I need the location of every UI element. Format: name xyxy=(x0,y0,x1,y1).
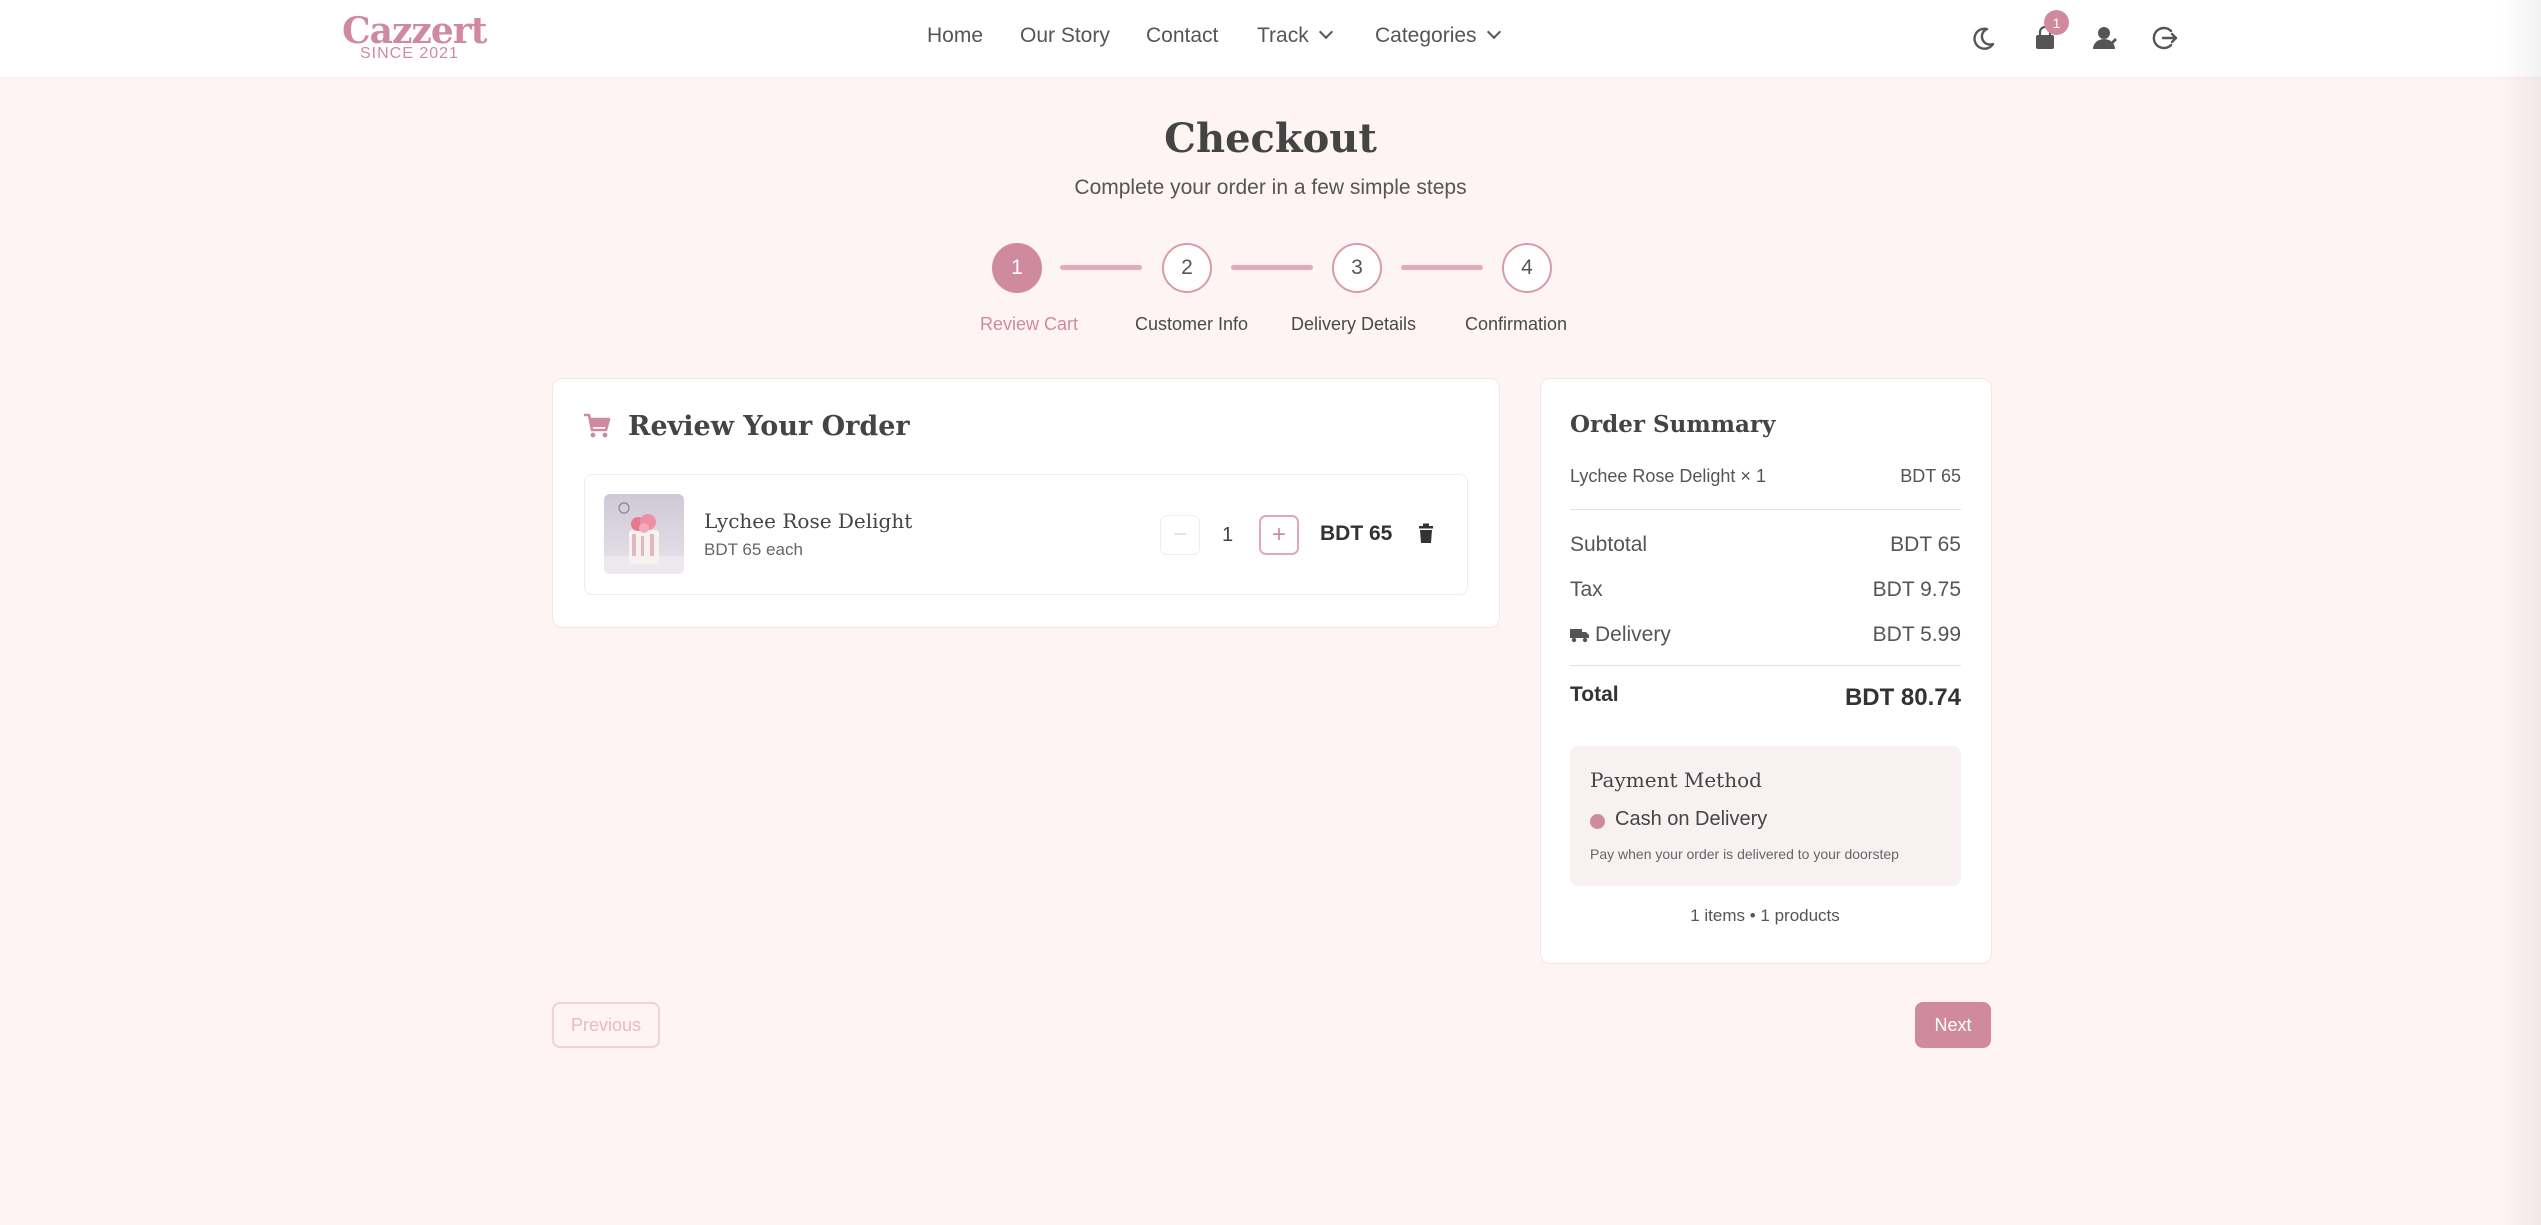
item-name: Lychee Rose Delight xyxy=(704,509,913,533)
page-subtitle: Complete your order in a few simple step… xyxy=(1074,176,1467,199)
item-unit-price: BDT 65 each xyxy=(704,540,803,559)
cart-count-badge: 1 xyxy=(2044,10,2069,35)
summary-line-item-label: Lychee Rose Delight × 1 xyxy=(1570,466,1766,486)
brand-since: SINCE 2021 xyxy=(360,45,459,62)
brand-logo[interactable]: Cazzert SINCE 2021 xyxy=(342,10,487,66)
step-4-circle: 4 xyxy=(1502,243,1552,293)
step-1-circle: 1 xyxy=(992,243,1042,293)
trash-icon[interactable] xyxy=(1415,522,1437,546)
user-icon[interactable] xyxy=(2087,20,2123,56)
product-image[interactable] xyxy=(604,494,684,574)
moon-icon[interactable] xyxy=(1966,20,2002,56)
nav-categories-label: Categories xyxy=(1375,24,1477,47)
step-3-circle: 3 xyxy=(1332,243,1382,293)
subtotal-label: Subtotal xyxy=(1570,533,1648,556)
nav-home[interactable]: Home xyxy=(927,24,983,48)
step-connector xyxy=(1231,265,1313,270)
nav-categories[interactable]: Categories xyxy=(1375,24,1501,48)
page-title: Checkout xyxy=(1164,115,1377,162)
tax-amount: BDT 9.75 xyxy=(1872,578,1961,601)
nav-track-label: Track xyxy=(1257,24,1309,47)
subtotal-amount: BDT 65 xyxy=(1890,533,1961,556)
order-summary-title: Order Summary xyxy=(1570,411,1776,438)
shopping-cart-icon xyxy=(581,410,613,442)
item-quantity: 1 xyxy=(1222,524,1234,546)
next-button[interactable]: Next xyxy=(1915,1002,1991,1048)
item-product-counts: 1 items • 1 products xyxy=(1690,906,1840,925)
total-label: Total xyxy=(1570,683,1619,706)
summary-line-item-amount: BDT 65 xyxy=(1900,466,1961,486)
summary-divider xyxy=(1570,665,1961,666)
navbar: Cazzert SINCE 2021 Home Our Story Contac… xyxy=(0,0,2541,77)
summary-divider xyxy=(1570,509,1961,510)
nav-contact[interactable]: Contact xyxy=(1146,24,1218,48)
payment-option-label[interactable]: Cash on Delivery xyxy=(1615,808,1767,831)
chevron-down-icon xyxy=(1318,24,1333,40)
payment-option-description: Pay when your order is delivered to your… xyxy=(1590,846,1899,862)
payment-method-title: Payment Method xyxy=(1590,768,1762,792)
previous-button[interactable]: Previous xyxy=(552,1002,660,1048)
item-total-price: BDT 65 xyxy=(1320,522,1393,545)
scrollbar-shadow xyxy=(2500,0,2541,1225)
step-connector xyxy=(1060,265,1142,270)
radio-selected-icon[interactable] xyxy=(1590,814,1605,829)
tax-label: Tax xyxy=(1570,578,1603,601)
total-amount: BDT 80.74 xyxy=(1844,684,1961,711)
delivery-amount: BDT 5.99 xyxy=(1872,623,1961,646)
review-order-title: Review Your Order xyxy=(628,411,910,442)
decrease-quantity-button[interactable]: − xyxy=(1160,515,1200,555)
nav-our-story[interactable]: Our Story xyxy=(1020,24,1110,48)
step-2-label: Customer Info xyxy=(1135,314,1249,334)
step-1-label: Review Cart xyxy=(980,314,1079,334)
truck-icon xyxy=(1570,627,1590,643)
chevron-down-icon xyxy=(1486,24,1501,40)
nav-track[interactable]: Track xyxy=(1257,24,1333,48)
step-connector xyxy=(1401,265,1483,270)
delivery-label: Delivery xyxy=(1595,623,1671,646)
increase-quantity-button[interactable]: + xyxy=(1259,515,1299,555)
step-3-label: Delivery Details xyxy=(1291,314,1417,334)
step-4-label: Confirmation xyxy=(1465,314,1568,334)
step-2-circle: 2 xyxy=(1162,243,1212,293)
logout-icon[interactable] xyxy=(2147,20,2183,56)
